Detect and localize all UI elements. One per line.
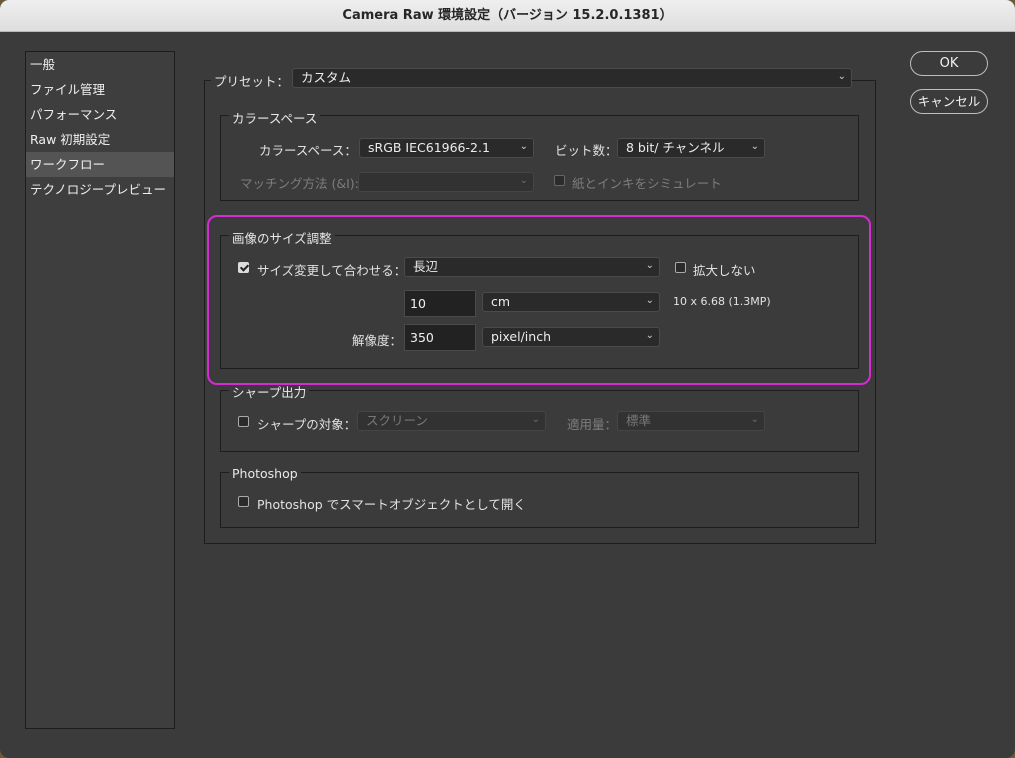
bit-depth-dropdown[interactable]: 8 bit/ チャンネル ⌄ [617,138,765,158]
chevron-down-icon: ⌄ [519,175,528,186]
preset-label: プリセット： [211,71,293,90]
chevron-down-icon: ⌄ [750,414,759,425]
sidebar-item-workflow[interactable]: ワークフロー [26,152,174,177]
simulate-paper-checkbox[interactable] [554,175,565,186]
annotation-highlight-box [207,215,871,385]
smart-object-checkbox[interactable] [238,496,249,507]
preset-dropdown[interactable]: カスタム ⌄ [292,68,852,88]
sharpen-target-dropdown[interactable]: スクリーン ⌄ [357,411,546,431]
preferences-dialog: Camera Raw 環境設定（バージョン 15.2.0.1381） 一般 ファ… [0,0,1015,758]
sharpen-target-label: シャープの対象： [257,417,357,432]
category-sidebar: 一般 ファイル管理 パフォーマンス Raw 初期設定 ワークフロー テクノロジー… [25,51,175,729]
sidebar-item-raw-defaults[interactable]: Raw 初期設定 [26,127,174,152]
sidebar-item-technology-preview[interactable]: テクノロジープレビュー [26,177,174,202]
bit-depth-value: 8 bit/ チャンネル [626,140,725,155]
sidebar-item-performance[interactable]: パフォーマンス [26,102,174,127]
chevron-down-icon: ⌄ [531,414,540,425]
sidebar-item-file-handling[interactable]: ファイル管理 [26,77,174,102]
sharpen-amount-dropdown[interactable]: 標準 ⌄ [617,411,765,431]
color-space-value: sRGB IEC61966-2.1 [368,140,490,155]
sharpen-amount-label: 適用量： [567,417,618,432]
simulate-paper-label: 紙とインキをシミュレート [572,176,722,191]
ok-button[interactable]: OK [910,51,988,76]
photoshop-group-title: Photoshop [229,466,301,481]
chevron-down-icon: ⌄ [750,141,759,152]
color-space-dropdown[interactable]: sRGB IEC61966-2.1 ⌄ [359,138,534,158]
sharpen-amount-value: 標準 [626,413,652,428]
bit-depth-label: ビット数： [555,143,618,158]
chevron-down-icon: ⌄ [837,71,846,82]
preset-value: カスタム [301,70,352,85]
color-space-label: カラースペース： [259,143,357,158]
window-title: Camera Raw 環境設定（バージョン 15.2.0.1381） [0,0,1015,32]
rendering-intent-dropdown[interactable]: ⌄ [358,172,534,192]
chevron-down-icon: ⌄ [519,141,528,152]
cancel-button[interactable]: キャンセル [910,89,988,114]
rendering-intent-label: マッチング方法 (&I): [240,176,359,191]
smart-object-label: Photoshop でスマートオブジェクトとして開く [257,497,526,512]
sharpen-checkbox[interactable] [238,416,249,427]
sharpen-target-value: スクリーン [366,413,428,428]
sidebar-item-general[interactable]: 一般 [26,52,174,77]
color-space-group-title: カラースペース [229,108,321,127]
